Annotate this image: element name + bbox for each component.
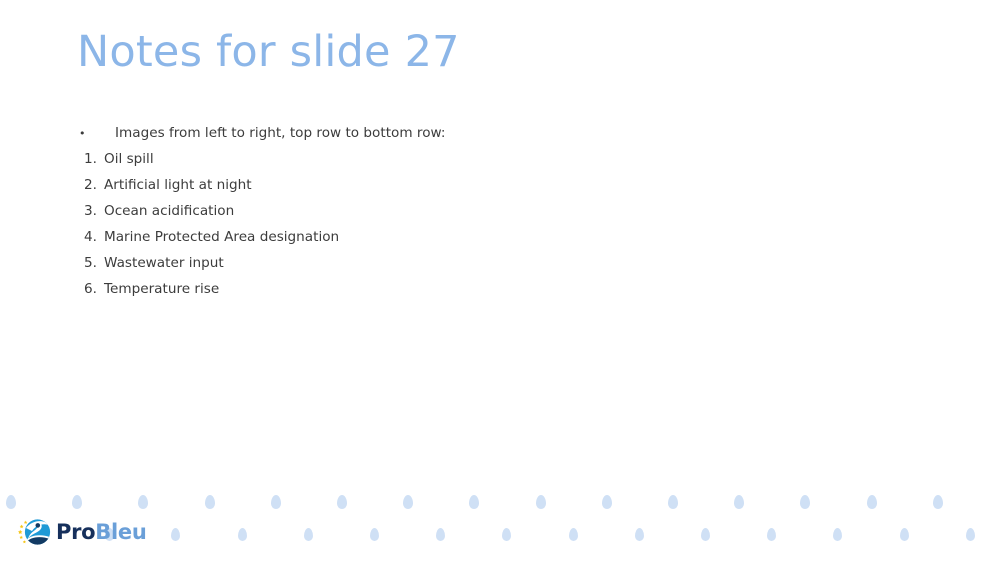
water-droplet-icon — [6, 495, 16, 509]
water-droplet-icon — [303, 528, 313, 541]
water-droplet-icon — [932, 495, 943, 509]
list-item-label: Marine Protected Area designation — [104, 229, 340, 245]
list-item: 3. Ocean acidification — [79, 198, 839, 224]
list-item-marker: 1. — [84, 151, 97, 167]
water-droplet-icon — [535, 495, 546, 509]
notes-body: • Images from left to right, top row to … — [79, 120, 839, 302]
water-droplet-icon — [668, 495, 678, 509]
water-droplet-icon — [701, 528, 710, 541]
probleu-wordmark: ProBleu — [56, 519, 147, 544]
water-droplet-icon — [502, 528, 512, 541]
water-droplet-icon — [403, 495, 414, 509]
list-item-label: Oil spill — [104, 151, 154, 167]
bullet-item-label: Images from left to right, top row to bo… — [115, 125, 446, 141]
list-item-marker: 3. — [84, 203, 97, 219]
water-droplet-icon — [634, 528, 644, 541]
list-item: 4. Marine Protected Area designation — [79, 224, 839, 250]
water-droplet-icon — [734, 495, 745, 509]
list-item-label: Wastewater input — [104, 255, 224, 271]
list-item-marker: 2. — [84, 177, 97, 193]
water-droplet-icon — [337, 495, 347, 509]
list-item: 2. Artificial light at night — [79, 172, 839, 198]
list-item-label: Ocean acidification — [104, 203, 235, 219]
water-droplet-icon — [899, 528, 909, 541]
water-droplet-icon — [601, 495, 612, 509]
water-droplet-icon — [965, 528, 975, 541]
water-droplet-icon — [833, 528, 843, 541]
list-item-marker: 6. — [84, 281, 97, 297]
probleu-logo: ProBleu — [16, 512, 148, 552]
water-droplet-icon — [270, 495, 281, 509]
water-droplet-icon — [568, 528, 578, 541]
list-item: 6. Temperature rise — [79, 276, 839, 302]
bullet-marker-icon: • — [79, 127, 86, 140]
list-item: 5. Wastewater input — [79, 250, 839, 276]
water-droplet-icon — [866, 495, 877, 509]
probleu-globe-icon — [16, 514, 52, 550]
water-droplet-icon — [204, 495, 215, 509]
water-droplet-icon — [800, 495, 811, 509]
water-droplet-icon — [370, 528, 379, 541]
list-item-marker: 4. — [84, 229, 97, 245]
water-droplet-icon — [436, 528, 446, 541]
page-title: Notes for slide 27 — [77, 27, 460, 77]
water-droplet-icon — [237, 528, 247, 541]
slide-canvas: Notes for slide 27 • Images from left to… — [0, 0, 1000, 563]
water-droplet-icon — [171, 528, 181, 541]
water-droplet-icon — [767, 528, 777, 541]
list-item-label: Temperature rise — [104, 281, 220, 297]
water-droplet-icon — [72, 495, 83, 509]
list-item-label: Artificial light at night — [104, 177, 252, 193]
logo-word-bleu: Bleu — [95, 519, 147, 544]
numbered-list: 1. Oil spill 2. Artificial light at nigh… — [79, 146, 839, 302]
bullet-item-intro: • Images from left to right, top row to … — [79, 120, 839, 146]
water-droplet-icon — [138, 495, 149, 509]
logo-word-pro: Pro — [56, 519, 96, 544]
list-item: 1. Oil spill — [79, 146, 839, 172]
water-droplet-icon — [469, 495, 480, 509]
list-item-marker: 5. — [84, 255, 97, 271]
